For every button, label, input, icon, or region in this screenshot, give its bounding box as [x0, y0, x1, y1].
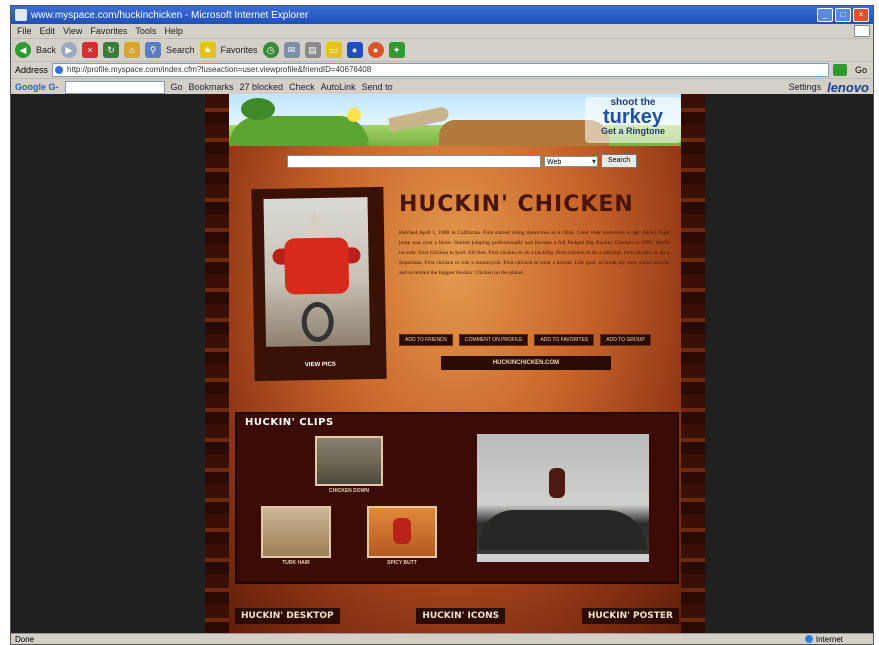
search-scope-select[interactable]: Web	[544, 155, 598, 167]
print-icon[interactable]: ▤	[304, 42, 321, 58]
internet-globe-icon	[804, 635, 813, 643]
clip-caption[interactable]: CHICKEN DOWN	[317, 488, 381, 494]
photo-bike-wheel	[301, 301, 335, 343]
close-button[interactable]: ×	[853, 8, 869, 22]
ad-ringtone: Get a Ringtone	[600, 126, 665, 136]
send-to-button[interactable]: Send to	[362, 82, 393, 92]
mail-icon[interactable]: ✉	[283, 42, 300, 58]
profile-bio: Hatched April 1, 1988 in California. Fir…	[399, 230, 669, 276]
ie-icon	[15, 9, 27, 21]
video-rock	[479, 510, 647, 550]
messenger-icon[interactable]: ●	[346, 42, 363, 58]
video-chicken-figure	[549, 468, 565, 498]
search-button-label[interactable]: Search	[166, 45, 195, 55]
photo-helmet-crest	[302, 210, 329, 240]
favorites-button-label[interactable]: Favorites	[221, 45, 258, 55]
download-links: HUCKIN' DESKTOP HUCKIN' ICONS HUCKIN' PO…	[235, 608, 679, 624]
site-search: Web Search	[287, 154, 637, 168]
menu-file[interactable]: File	[17, 26, 32, 36]
address-input[interactable]: http://profile.myspace.com/index.cfm?fus…	[52, 63, 829, 77]
clips-panel: HUCKIN' CLIPS CHICKEN DOWN TURK HAIR SPI…	[235, 412, 679, 584]
add-to-friends-button[interactable]: ADD TO FRIENDS	[399, 334, 454, 346]
menu-favorites[interactable]: Favorites	[90, 26, 127, 36]
address-bar-row: Address http://profile.myspace.com/index…	[11, 62, 873, 79]
rooster-figure	[393, 518, 411, 544]
google-search-input[interactable]	[64, 80, 165, 94]
poster-link[interactable]: HUCKIN' POSTER	[581, 608, 679, 624]
home-icon[interactable]: ⌂	[124, 42, 141, 58]
google-go-button[interactable]: Go	[171, 82, 183, 92]
web-viewport: shoot the turkey Get a Ringtone Web Sear…	[11, 94, 873, 634]
clip-thumbnail[interactable]: TURK HAIR	[261, 506, 331, 566]
stop-icon[interactable]: ×	[82, 42, 99, 58]
autolink-button[interactable]: AutoLink	[321, 82, 356, 92]
refresh-icon[interactable]: ↻	[103, 42, 120, 58]
comment-on-profile-button[interactable]: COMMENT ON PROFILE	[459, 334, 529, 346]
history-icon[interactable]: ◷	[262, 42, 279, 58]
back-arrow-icon[interactable]: ◀	[15, 42, 31, 58]
menu-bar: File Edit View Favorites Tools Help	[11, 24, 873, 39]
tools-icon[interactable]: ✦	[388, 42, 405, 58]
menu-view[interactable]: View	[63, 26, 82, 36]
profile-actions: ADD TO FRIENDS COMMENT ON PROFILE ADD TO…	[399, 334, 651, 346]
security-zone: Internet	[804, 634, 873, 644]
view-pics-link[interactable]: VIEW PICS	[254, 361, 386, 369]
photo-chicken-suit	[284, 237, 350, 295]
zone-label: Internet	[815, 634, 843, 644]
site-search-input[interactable]	[287, 154, 541, 168]
video-controls[interactable]	[477, 554, 649, 562]
go-arrow-icon[interactable]	[832, 64, 847, 76]
back-button-label[interactable]: Back	[36, 45, 56, 55]
menu-tools[interactable]: Tools	[135, 26, 156, 36]
clip-caption[interactable]: TURK HAIR	[263, 560, 329, 566]
video-player[interactable]	[477, 434, 649, 562]
status-text: Done	[15, 634, 35, 644]
search-icon[interactable]: ⚲	[145, 42, 162, 58]
clips-title: HUCKIN' CLIPS	[245, 417, 334, 428]
google-logo[interactable]: Google G-	[15, 82, 59, 92]
favorites-star-icon[interactable]: ★	[199, 42, 216, 58]
menu-edit[interactable]: Edit	[40, 26, 56, 36]
banner-hill	[229, 116, 369, 146]
title-bar: www.myspace.com/huckinchicken - Microsof…	[11, 6, 873, 24]
ad-turkey: turkey	[602, 106, 664, 128]
folder-icon[interactable]: ▭	[325, 42, 342, 58]
forward-arrow-icon[interactable]: ▶	[61, 42, 78, 58]
banner-tree	[241, 98, 275, 120]
go-button-label[interactable]: Go	[855, 65, 867, 75]
add-to-favorites-button[interactable]: ADD TO FAVORITES	[534, 334, 595, 346]
profile-photo[interactable]	[263, 197, 371, 347]
myspace-profile-page: shoot the turkey Get a Ringtone Web Sear…	[205, 94, 705, 634]
spell-check-button[interactable]: Check	[289, 82, 315, 92]
icons-link[interactable]: HUCKIN' ICONS	[416, 608, 506, 624]
address-label: Address	[15, 65, 49, 75]
clip-thumbnail[interactable]: SPICY BUTT	[367, 506, 437, 566]
popup-blocked-counter[interactable]: 27 blocked	[240, 82, 284, 92]
ad-banner[interactable]: shoot the turkey Get a Ringtone	[229, 94, 685, 146]
windows-flag-icon	[854, 25, 870, 37]
window-title: www.myspace.com/huckinchicken - Microsof…	[31, 9, 309, 21]
ringtone-ad[interactable]: shoot the turkey Get a Ringtone	[585, 97, 681, 143]
website-link-button[interactable]: HUCKINCHICKEN.COM	[441, 356, 611, 370]
clip-thumbnail[interactable]: CHICKEN DOWN	[315, 436, 383, 494]
minimize-button[interactable]: _	[817, 8, 833, 22]
site-search-button[interactable]: Search	[601, 154, 637, 168]
profile-title: HUCKIN' CHICKEN	[399, 192, 634, 217]
maximize-button[interactable]: □	[835, 8, 851, 22]
banner-sun	[347, 108, 361, 122]
clip-caption[interactable]: SPICY BUTT	[369, 560, 435, 566]
menu-help[interactable]: Help	[164, 26, 183, 36]
desktop-link[interactable]: HUCKIN' DESKTOP	[235, 608, 340, 624]
standard-toolbar: ◀ Back ▶ × ↻ ⌂ ⚲ Search ★ Favorites ◷ ✉ …	[11, 39, 873, 62]
google-settings-button[interactable]: Settings	[789, 82, 822, 92]
status-bar: Done Internet	[11, 633, 873, 644]
lenovo-logo: lenovo	[827, 79, 869, 95]
banner-rock	[439, 120, 609, 146]
add-to-group-button[interactable]: ADD TO GROUP	[600, 334, 651, 346]
google-bookmarks-button[interactable]: Bookmarks	[189, 82, 234, 92]
research-icon[interactable]: ●	[367, 42, 384, 58]
browser-window: www.myspace.com/huckinchicken - Microsof…	[10, 5, 874, 645]
profile-photo-frame: VIEW PICS	[251, 186, 387, 382]
